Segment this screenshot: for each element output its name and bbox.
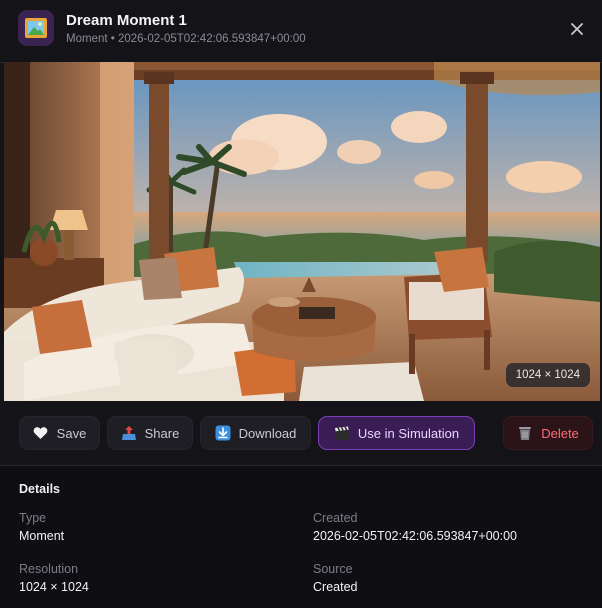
details-heading: Details — [19, 482, 60, 496]
download-button[interactable]: Download — [200, 416, 311, 450]
heart-icon — [33, 425, 49, 441]
created-value: 2026-02-05T02:42:06.593847+00:00 — [313, 529, 517, 543]
outbox-tray-icon — [121, 425, 137, 441]
created-label: Created — [313, 511, 358, 525]
save-button[interactable]: Save — [19, 416, 100, 450]
details-panel: Details Type Moment Created 2026-02-05T0… — [0, 466, 602, 608]
use-in-simulation-button[interactable]: Use in Simulation — [318, 416, 475, 450]
delete-label: Delete — [541, 425, 579, 441]
resolution-badge: 1024 × 1024 — [505, 363, 590, 387]
type-value: Moment — [19, 529, 65, 543]
type-label: Type — [19, 511, 47, 525]
image-detail-modal: Dream Moment 1 Moment • 2026-02-05T02:42… — [0, 0, 602, 608]
modal-subtitle: Moment • 2026-02-05T02:42:06.593847+00:0… — [66, 33, 306, 45]
download-arrow-icon — [215, 425, 231, 441]
framed-picture-icon — [18, 10, 54, 46]
source-label: Source — [313, 562, 353, 576]
use-in-simulation-label: Use in Simulation — [357, 425, 460, 441]
close-icon[interactable] — [566, 18, 588, 40]
preview-image: 1024 × 1024 — [4, 62, 600, 401]
share-button[interactable]: Share — [107, 416, 193, 450]
resolution-value: 1024 × 1024 — [19, 580, 89, 594]
action-bar: Save Share Download Use in Simulation De… — [0, 401, 602, 466]
source-value: Created — [313, 580, 358, 594]
download-label: Download — [238, 425, 297, 441]
trash-icon — [517, 425, 533, 441]
share-label: Share — [144, 425, 180, 441]
modal-title: Dream Moment 1 — [66, 12, 187, 29]
delete-button[interactable]: Delete — [503, 416, 593, 450]
resolution-label: Resolution — [19, 562, 79, 576]
modal-header: Dream Moment 1 Moment • 2026-02-05T02:42… — [0, 0, 602, 63]
save-label: Save — [56, 425, 87, 441]
clapper-board-icon — [334, 425, 350, 441]
